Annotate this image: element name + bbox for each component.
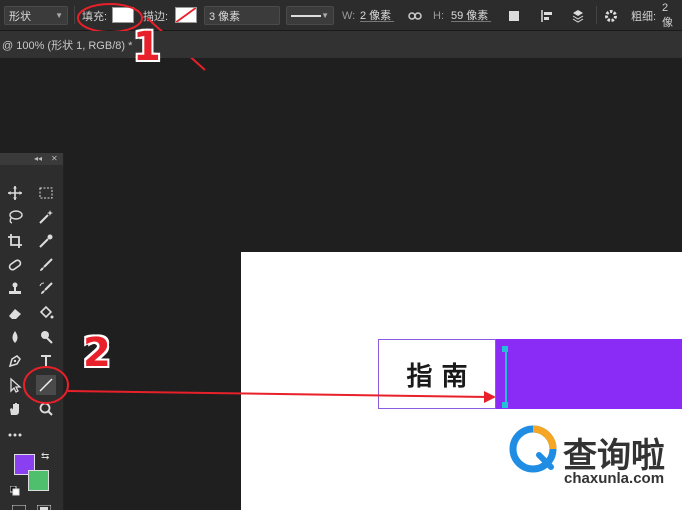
eyedropper-tool-icon[interactable] [36,231,56,251]
default-colors-icon[interactable] [9,483,20,501]
document-title: @ 100% (形状 1, RGB/8) * [2,39,133,52]
document-tab[interactable]: @ 100% (形状 1, RGB/8) * [0,31,682,58]
annotation-step-2: 2 [83,330,111,376]
purple-rectangle-shape[interactable] [496,339,682,409]
brush-tool-icon[interactable] [36,255,56,275]
arrowhead-icon [484,391,496,403]
annotation-circle-line-tool [23,366,69,404]
tools-panel-header: ◂◂ ✕ [0,153,63,165]
annotation-step-1: 1 [133,24,161,70]
move-tool-icon[interactable] [5,183,25,203]
more-tools-icon[interactable] [5,425,25,445]
watermark-domain: chaxunla.com [564,470,665,487]
swap-colors-icon[interactable]: ⇆ [41,451,49,462]
crop-tool-icon[interactable] [5,231,25,251]
history-brush-tool-icon[interactable] [36,279,56,299]
close-icon[interactable]: ✕ [51,154,58,163]
healing-brush-tool-icon[interactable] [5,255,25,275]
marquee-tool-icon[interactable] [36,183,56,203]
collapse-icon[interactable]: ◂◂ [34,154,42,163]
clone-stamp-tool-icon[interactable] [5,279,25,299]
screen-mode-icon[interactable] [36,501,52,510]
background-color-swatch[interactable] [28,470,49,491]
quick-mask-icon[interactable] [11,501,27,510]
annotation-overlay-bottom [23,366,496,404]
annotation-arrow-2 [67,390,489,398]
watermark-logo [509,425,557,473]
magic-wand-tool-icon[interactable] [36,207,56,227]
lasso-tool-icon[interactable] [5,207,25,227]
